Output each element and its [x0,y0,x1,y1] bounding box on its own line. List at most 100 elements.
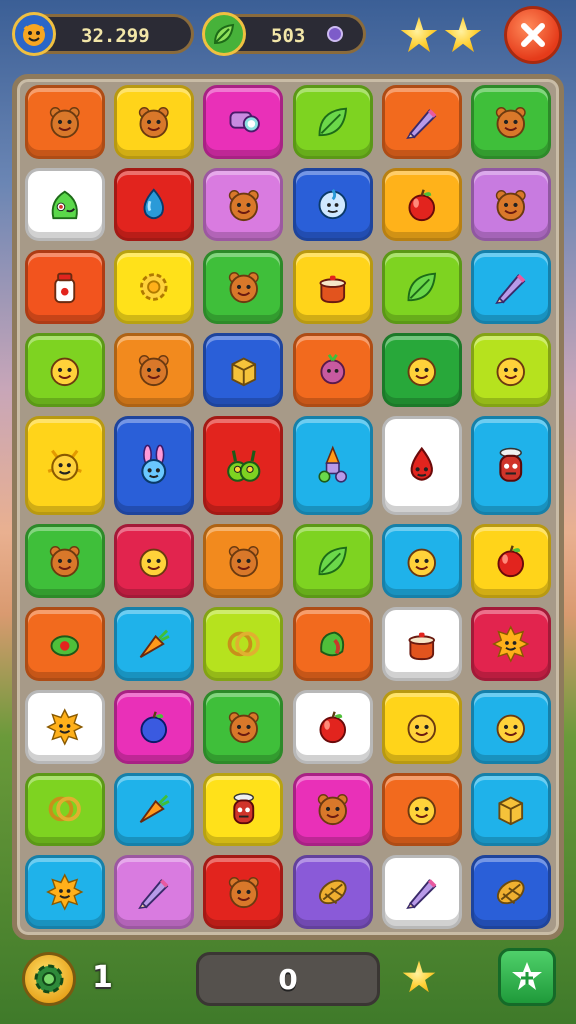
jar-icon [28,253,102,321]
sun-smiley-icon [474,610,548,678]
slime-monster-icon [28,171,102,239]
tile-radish[interactable] [292,333,373,407]
bear-face-icon [474,88,548,156]
carrot-icon [117,776,191,844]
tile-rings[interactable] [203,607,284,681]
tile-bear-face[interactable] [203,524,284,599]
apple-icon [296,693,370,761]
settings-button[interactable] [22,952,76,1006]
tile-bear-face[interactable] [114,85,195,159]
tile-carrot[interactable] [114,607,195,681]
tile-box[interactable] [470,772,551,847]
tile-pot[interactable] [292,250,373,325]
pot-icon [296,253,370,321]
tile-red-robot[interactable] [470,415,551,516]
tile-bear-face[interactable] [470,167,551,242]
tile-bear-face[interactable] [470,85,551,159]
tile-water-drop[interactable] [114,167,195,242]
tile-sun-smiley[interactable] [25,689,106,764]
tile-jar[interactable] [25,250,106,325]
tile-smiley[interactable] [114,524,195,599]
smiley-icon [474,336,548,404]
tile-sun-gear[interactable] [114,250,195,325]
tile-smiley[interactable] [381,333,462,407]
tile-apple[interactable] [470,524,551,599]
tile-smiley[interactable] [381,524,462,599]
tile-bear-face[interactable] [203,167,284,242]
tile-sun-creature[interactable] [25,415,106,516]
tile-shell[interactable] [292,855,373,929]
tile-pot[interactable] [381,607,462,681]
moon-face-icon [296,171,370,239]
bear-face-icon [206,693,280,761]
tile-blue-apple[interactable] [114,689,195,764]
tile-bear-face[interactable] [25,524,106,599]
bear-face-icon [28,527,102,595]
sun-creature-icon [28,419,102,513]
bear-face-icon [117,336,191,404]
tile-smiley[interactable] [381,772,462,847]
add-star-button[interactable] [498,948,556,1006]
tile-scroll-lens[interactable] [203,85,284,159]
rings-icon [28,776,102,844]
apple-icon [474,527,548,595]
pencil-icon [474,253,548,321]
tile-bear-face[interactable] [292,772,373,847]
tile-apple[interactable] [292,689,373,764]
sun-gear-icon [117,253,191,321]
tile-sun-smiley[interactable] [470,607,551,681]
tile-bear-face[interactable] [203,689,284,764]
tile-carrot[interactable] [114,772,195,847]
tile-bunny[interactable] [114,415,195,516]
star-icon [444,16,482,53]
star-icon [402,960,436,993]
tile-bear-face[interactable] [25,85,106,159]
scroll-lens-icon [206,88,280,156]
tile-bear-face[interactable] [114,333,195,407]
player-avatar-icon[interactable] [12,12,56,56]
smiley-icon [385,776,459,844]
leaf-icon[interactable] [202,12,246,56]
tile-bear-face[interactable] [203,250,284,325]
top-hud: 32.299 503 [0,0,576,74]
tile-leaf[interactable] [381,250,462,325]
tile-worm-monster[interactable] [203,415,284,516]
tile-bear-face[interactable] [203,855,284,929]
tile-pencil[interactable] [470,250,551,325]
tile-smiley[interactable] [381,689,462,764]
tile-apple[interactable] [381,167,462,242]
tile-leaf[interactable] [292,524,373,599]
pencil-icon [385,858,459,926]
tile-smiley[interactable] [25,333,106,407]
tile-green-fruit[interactable] [292,607,373,681]
tile-smiley[interactable] [470,689,551,764]
close-button[interactable] [504,6,562,64]
tile-red-robot[interactable] [203,772,284,847]
red-robot-icon [206,776,280,844]
leaf-icon [296,527,370,595]
tile-box[interactable] [203,333,284,407]
bear-face-icon [117,88,191,156]
shell-icon [296,858,370,926]
pencil-icon [385,88,459,156]
score-value: 32.299 [81,25,150,47]
tile-smiley[interactable] [470,333,551,407]
sun-smiley-icon [28,693,102,761]
tile-slime-monster[interactable] [25,167,106,242]
smiley-icon [474,693,548,761]
tile-shell[interactable] [470,855,551,929]
tile-pencil[interactable] [381,855,462,929]
tile-rings[interactable] [25,772,106,847]
star-icon [400,16,438,53]
tile-pencil[interactable] [114,855,195,929]
red-drop-icon [385,419,459,513]
bear-face-icon [206,253,280,321]
tile-moon-face[interactable] [292,167,373,242]
tile-rocket[interactable] [292,415,373,516]
tile-olive[interactable] [25,607,106,681]
tile-sun-smiley[interactable] [25,855,106,929]
tile-pencil[interactable] [381,85,462,159]
tile-red-drop[interactable] [381,415,462,516]
rings-icon [206,610,280,678]
tile-leaf[interactable] [292,85,373,159]
